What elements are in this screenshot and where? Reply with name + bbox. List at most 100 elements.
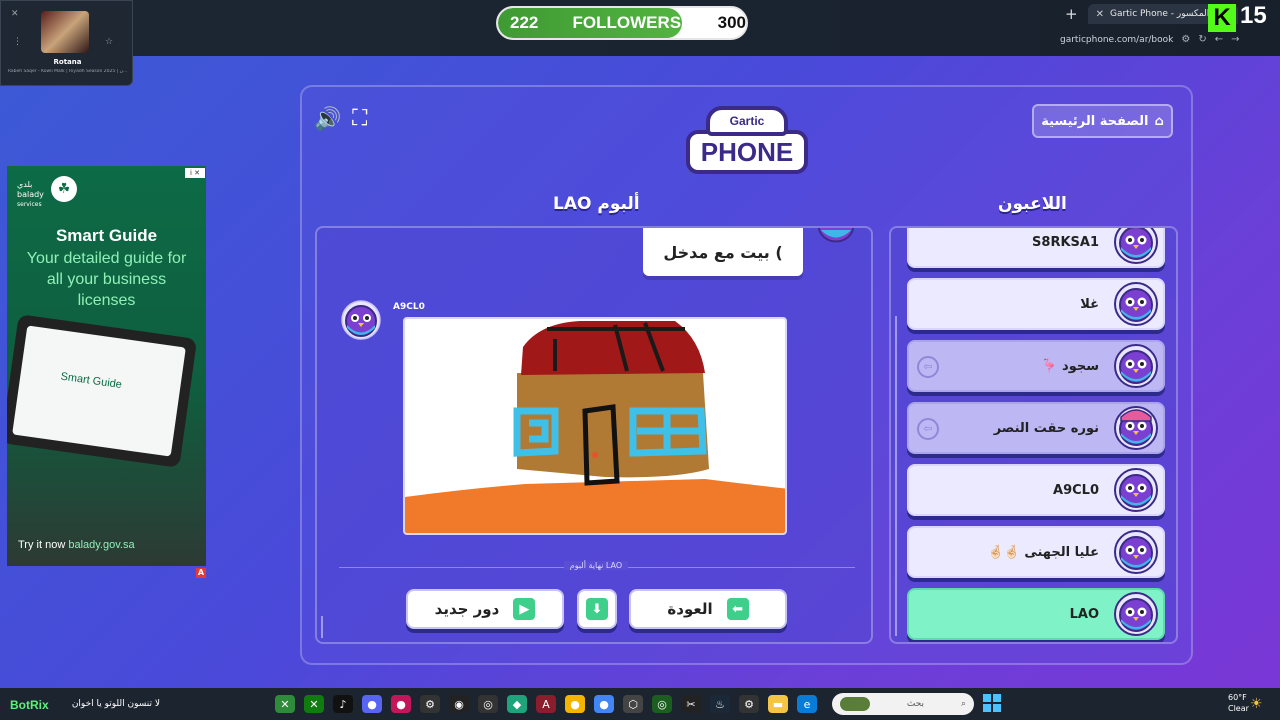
taskbar-search[interactable]: بحث ⌕: [832, 693, 974, 715]
ad-cta-prefix: Try it now: [18, 539, 66, 551]
album-end-label: نهاية ألبوم LAO: [317, 561, 871, 570]
players-scrollbar[interactable]: [895, 316, 897, 636]
chrome-active-icon[interactable]: ●: [594, 695, 614, 713]
player-avatar: [1114, 592, 1158, 636]
adchoices-icon[interactable]: i ✕: [185, 168, 205, 178]
leave-icon[interactable]: ⇦: [917, 418, 939, 440]
weather-widget[interactable]: 60°F Clear: [1228, 692, 1249, 714]
player-row[interactable]: عليا الجهنى 🤞🏻🤞🏻: [907, 526, 1165, 578]
tab-close-icon[interactable]: ✕: [1096, 9, 1104, 20]
windows-start-icon[interactable]: [983, 694, 1001, 712]
weather-temp: 60°F: [1228, 693, 1247, 702]
tablet-image: Smart Guide: [7, 314, 198, 468]
weather-desc: Clear: [1228, 704, 1249, 713]
new-round-label: دور جديد: [434, 600, 500, 618]
new-tab-button[interactable]: +: [1065, 5, 1078, 23]
search-icon: ⌕: [960, 699, 966, 709]
tab-title: Gartic Phone - المكسور: [1109, 9, 1210, 19]
media-subtitle: Rabeh Saqer - Kowli Malk | Riyadh Season…: [7, 69, 128, 74]
media-title: Rotana: [53, 58, 82, 66]
forward-arrow-icon[interactable]: →: [1231, 34, 1239, 45]
player-row[interactable]: S8RKSA1: [907, 228, 1165, 268]
home-icon: ⌂: [1154, 113, 1164, 129]
player-row[interactable]: غلا: [907, 278, 1165, 330]
app-ring-icon[interactable]: ◎: [652, 695, 672, 713]
fullscreen-icon[interactable]: ⛶: [352, 106, 367, 131]
settings-icon[interactable]: ⚙: [739, 695, 759, 713]
followers-goal-bar: 222 FOLLOWERS 300: [496, 6, 748, 40]
sound-icon[interactable]: 🔊: [314, 107, 341, 132]
player-row[interactable]: LAO: [907, 588, 1165, 640]
app-green-icon[interactable]: ◆: [507, 695, 527, 713]
players-title: اللاعبون: [998, 194, 1067, 214]
home-button[interactable]: ⌂ الصفحة الرئيسية: [1032, 104, 1173, 138]
player-avatar: [1114, 228, 1158, 264]
app-hex-icon[interactable]: ⬡: [623, 695, 643, 713]
back-arrow-icon: ⬅: [726, 598, 749, 620]
download-button[interactable]: ⬇: [577, 589, 617, 629]
file-explorer-icon[interactable]: ▬: [768, 695, 788, 713]
capcut-icon[interactable]: ✂: [681, 695, 701, 713]
player-avatar: [1114, 282, 1158, 326]
search-placeholder: بحث: [906, 699, 925, 709]
player-avatar: [1114, 344, 1158, 388]
star-icon[interactable]: ☆: [105, 37, 113, 47]
reload-icon[interactable]: ↻: [1198, 34, 1206, 45]
app-circle-icon[interactable]: ◎: [478, 695, 498, 713]
address-bar[interactable]: garticphone.com/ar/book ⚙ ↻ ← →: [1060, 34, 1240, 45]
prompt-author-avatar: [818, 228, 854, 243]
player-name: LAO: [1069, 606, 1099, 622]
tablet-screen: Smart Guide: [12, 325, 186, 457]
players-panel[interactable]: S8RKSA1 غلا سجود 🦩 ⇦ نوره حقت النصر ⇦ A9CL0 علي…: [889, 226, 1178, 644]
palm-logo-icon: ☘: [51, 176, 77, 202]
xbox-icon[interactable]: ✕: [275, 695, 295, 713]
app-red-icon[interactable]: ●: [391, 695, 411, 713]
player-name: سجود 🦩: [1041, 358, 1099, 374]
home-button-label: الصفحة الرئيسية: [1041, 113, 1149, 129]
player-row[interactable]: نوره حقت النصر ⇦: [907, 402, 1165, 454]
followers-current: 222: [510, 13, 539, 32]
ad-banner[interactable]: بلدي balady services ☘ Smart Guide Your …: [7, 166, 206, 566]
player-row[interactable]: سجود 🦩 ⇦: [907, 340, 1165, 392]
player-avatar: [1114, 530, 1158, 574]
back-label: العودة: [667, 600, 713, 618]
artist-avatar: [341, 300, 381, 340]
more-options-icon[interactable]: ⋮: [13, 37, 22, 47]
player-row[interactable]: A9CL0: [907, 464, 1165, 516]
ad-cta[interactable]: Try it now balady.gov.sa: [18, 539, 135, 551]
new-round-button[interactable]: ▶ دور جديد: [406, 589, 564, 629]
ad-subtitle: Your detailed guide for all your busines…: [26, 250, 187, 309]
discord-icon[interactable]: ●: [362, 695, 382, 713]
steam-icon[interactable]: ♨: [710, 695, 730, 713]
player-name: نوره حقت النصر: [993, 420, 1099, 436]
adobe-icon[interactable]: A: [536, 695, 556, 713]
xbox-app-icon[interactable]: ✕: [304, 695, 324, 713]
leave-icon[interactable]: ⇦: [917, 356, 939, 378]
back-button[interactable]: ⬅ العودة: [629, 589, 787, 629]
ad-title: Smart Guide: [55, 226, 158, 245]
album-title: ألبوم LAO: [553, 194, 640, 214]
album-panel[interactable]: ) بيت مع مدخل A9CL0 نهاية ألبوم LAO: [315, 226, 873, 644]
ad-logo-services: services: [17, 201, 42, 208]
media-player-card[interactable]: ✕ ☆ ⋮ Rotana Rabeh Saqer - Kowli Malk | …: [0, 0, 133, 86]
artist-name: A9CL0: [393, 302, 425, 312]
url-text[interactable]: garticphone.com/ar/book: [1060, 35, 1173, 45]
settings-gear-icon[interactable]: ⚙: [420, 695, 440, 713]
site-settings-icon[interactable]: ⚙: [1181, 34, 1190, 45]
ad-cta-link[interactable]: balady.gov.sa: [68, 539, 134, 551]
player-avatar: [1114, 406, 1158, 450]
tiktok-icon[interactable]: ♪: [333, 695, 353, 713]
chrome-icon[interactable]: ●: [565, 695, 585, 713]
obs-icon[interactable]: ◉: [449, 695, 469, 713]
kick-logo-icon: K: [1208, 4, 1236, 32]
back-arrow-icon[interactable]: ←: [1215, 34, 1223, 45]
windows-taskbar: BotRix لا تنسون اللوتو يا اخوان ✕ ✕ ♪ ● …: [0, 688, 1280, 720]
media-thumbnail: [41, 11, 89, 53]
sun-icon: ☀: [1250, 696, 1263, 712]
album-scrollbar[interactable]: [321, 616, 323, 638]
edge-icon[interactable]: e: [797, 695, 817, 713]
ad-logo-arabic: بلدي: [17, 180, 33, 189]
media-close-icon[interactable]: ✕: [11, 9, 19, 19]
kick-viewer-count: 15: [1240, 2, 1267, 29]
logo-main-text: PHONE: [686, 130, 808, 174]
